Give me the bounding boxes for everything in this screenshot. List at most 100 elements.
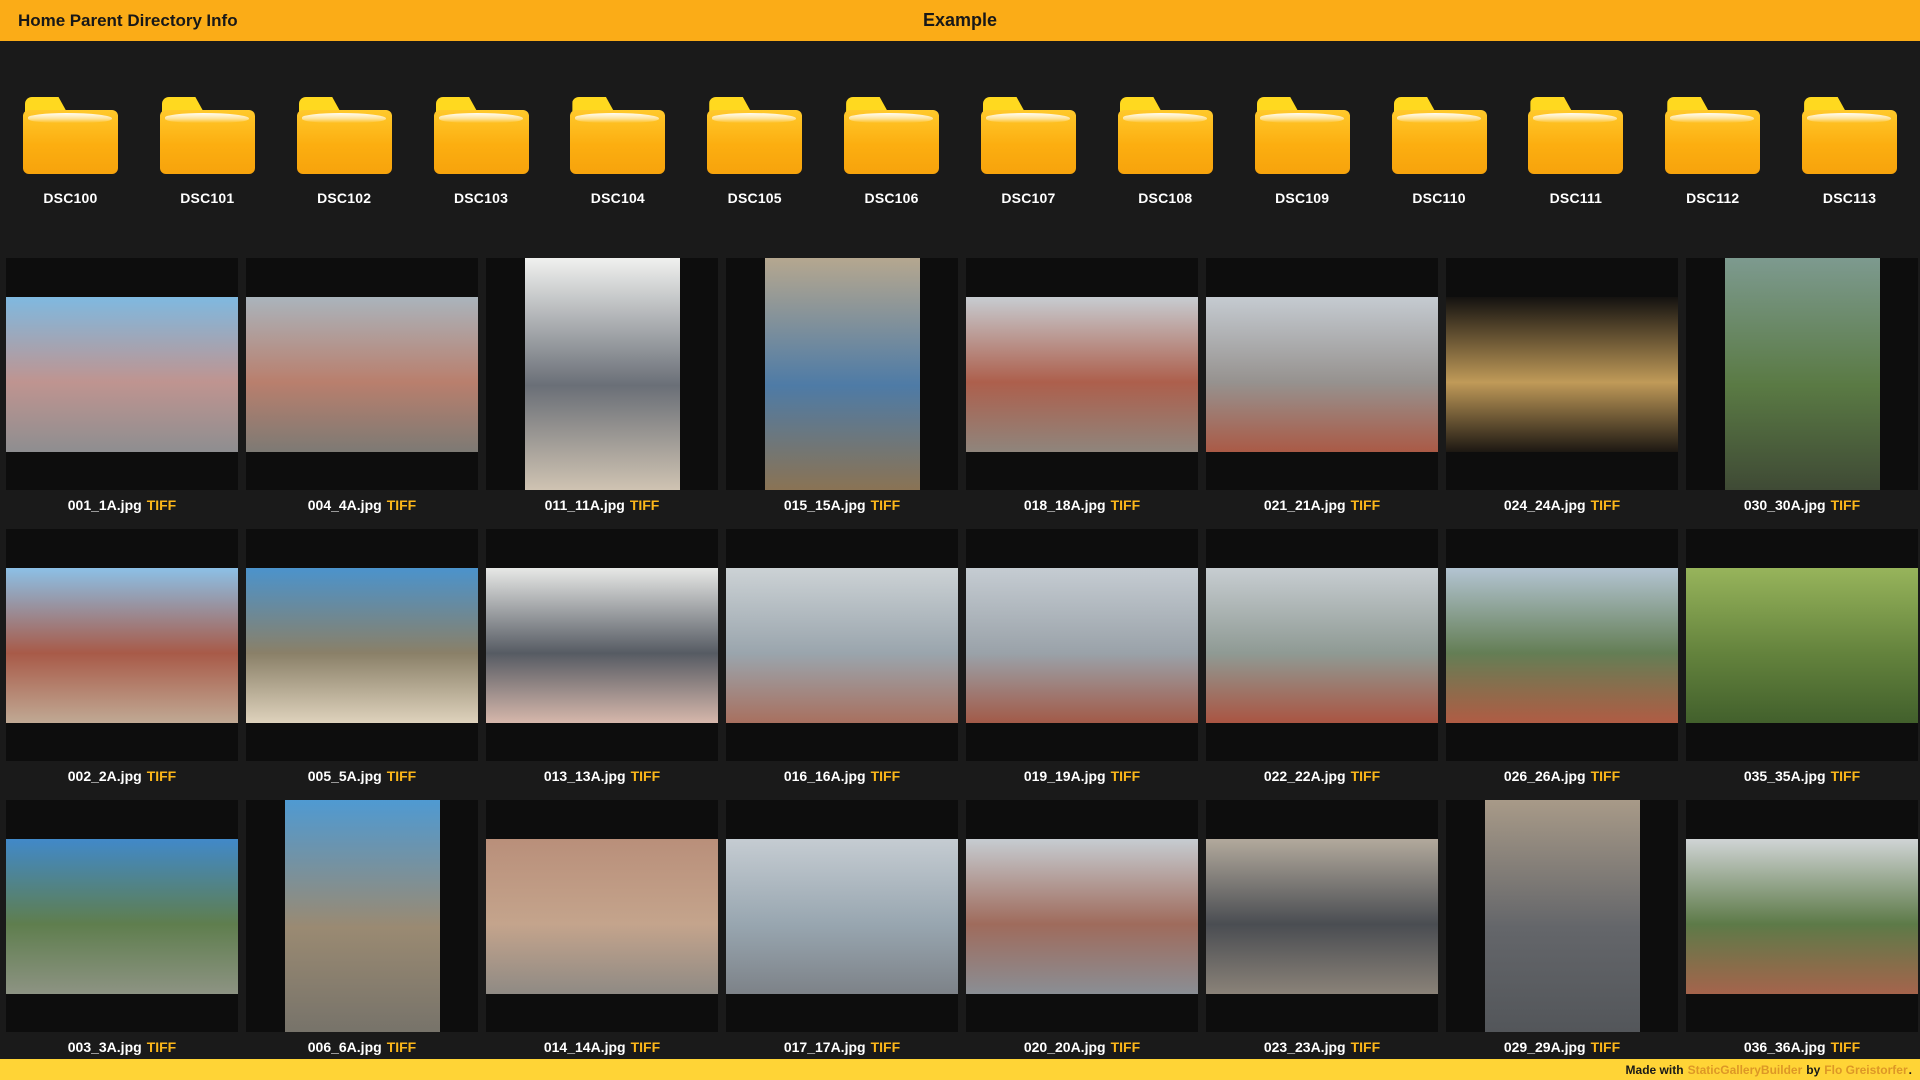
tiff-format-link[interactable]: TIFF	[1351, 768, 1381, 784]
photo-thumbnail[interactable]	[1206, 529, 1438, 761]
photo-image	[285, 800, 440, 1032]
tiff-format-link[interactable]: TIFF	[1111, 1039, 1141, 1055]
tiff-format-link[interactable]: TIFF	[871, 497, 901, 513]
photo-cell: 011_11A.jpg TIFF	[486, 258, 718, 529]
photo-thumbnail[interactable]	[6, 800, 238, 1032]
photo-filename-link[interactable]: 015_15A.jpg	[784, 497, 866, 513]
photo-filename-link[interactable]: 013_13A.jpg	[544, 768, 626, 784]
tiff-format-link[interactable]: TIFF	[631, 768, 661, 784]
photo-filename-link[interactable]: 020_20A.jpg	[1024, 1039, 1106, 1055]
photo-thumbnail[interactable]	[246, 529, 478, 761]
photo-thumbnail[interactable]	[1686, 800, 1918, 1032]
photo-label: 024_24A.jpg TIFF	[1446, 490, 1678, 529]
folder-item[interactable]: DSC109	[1234, 97, 1371, 206]
footer-builder-link[interactable]: StaticGalleryBuilder	[1688, 1063, 1803, 1077]
photo-filename-link[interactable]: 003_3A.jpg	[68, 1039, 142, 1055]
photo-thumbnail[interactable]	[966, 258, 1198, 490]
tiff-format-link[interactable]: TIFF	[1831, 497, 1861, 513]
folder-item[interactable]: DSC107	[960, 97, 1097, 206]
photo-thumbnail[interactable]	[486, 258, 718, 490]
photo-thumbnail[interactable]	[726, 800, 958, 1032]
folder-item[interactable]: DSC112	[1644, 97, 1781, 206]
photo-thumbnail[interactable]	[486, 800, 718, 1032]
photo-filename-link[interactable]: 006_6A.jpg	[308, 1039, 382, 1055]
photo-filename-link[interactable]: 004_4A.jpg	[308, 497, 382, 513]
folder-item[interactable]: DSC110	[1371, 97, 1508, 206]
photo-filename-link[interactable]: 001_1A.jpg	[68, 497, 142, 513]
folder-item[interactable]: DSC106	[823, 97, 960, 206]
photo-thumbnail[interactable]	[1686, 529, 1918, 761]
folder-item[interactable]: DSC102	[276, 97, 413, 206]
tiff-format-link[interactable]: TIFF	[1831, 1039, 1861, 1055]
folder-name: DSC113	[1823, 190, 1876, 206]
folder-item[interactable]: DSC100	[2, 97, 139, 206]
tiff-format-link[interactable]: TIFF	[1591, 497, 1621, 513]
photo-filename-link[interactable]: 005_5A.jpg	[308, 768, 382, 784]
photo-filename-link[interactable]: 030_30A.jpg	[1744, 497, 1826, 513]
photo-thumbnail[interactable]	[486, 529, 718, 761]
tiff-format-link[interactable]: TIFF	[147, 768, 177, 784]
photo-thumbnail[interactable]	[1206, 258, 1438, 490]
tiff-format-link[interactable]: TIFF	[147, 1039, 177, 1055]
photo-filename-link[interactable]: 011_11A.jpg	[545, 497, 625, 513]
tiff-format-link[interactable]: TIFF	[871, 1039, 901, 1055]
tiff-format-link[interactable]: TIFF	[630, 497, 660, 513]
photo-filename-link[interactable]: 002_2A.jpg	[68, 768, 142, 784]
folder-icon-body	[160, 110, 255, 174]
nav-link[interactable]: Parent Directory	[70, 11, 202, 30]
photo-filename-link[interactable]: 035_35A.jpg	[1744, 768, 1826, 784]
photo-filename-link[interactable]: 016_16A.jpg	[784, 768, 866, 784]
folder-item[interactable]: DSC111	[1507, 97, 1644, 206]
tiff-format-link[interactable]: TIFF	[387, 497, 417, 513]
tiff-format-link[interactable]: TIFF	[1591, 768, 1621, 784]
photo-filename-link[interactable]: 021_21A.jpg	[1264, 497, 1346, 513]
photo-thumbnail[interactable]	[246, 258, 478, 490]
photo-thumbnail[interactable]	[246, 800, 478, 1032]
photo-thumbnail[interactable]	[726, 258, 958, 490]
tiff-format-link[interactable]: TIFF	[631, 1039, 661, 1055]
folder-item[interactable]: DSC104	[549, 97, 686, 206]
photo-filename-link[interactable]: 017_17A.jpg	[784, 1039, 866, 1055]
tiff-format-link[interactable]: TIFF	[871, 768, 901, 784]
photo-filename-link[interactable]: 026_26A.jpg	[1504, 768, 1586, 784]
photo-thumbnail[interactable]	[1686, 258, 1918, 490]
folder-item[interactable]: DSC103	[413, 97, 550, 206]
tiff-format-link[interactable]: TIFF	[1351, 497, 1381, 513]
folder-item[interactable]: DSC101	[139, 97, 276, 206]
photo-filename-link[interactable]: 024_24A.jpg	[1504, 497, 1586, 513]
folder-icon	[434, 97, 529, 174]
photo-thumbnail[interactable]	[6, 258, 238, 490]
photo-filename-link[interactable]: 018_18A.jpg	[1024, 497, 1106, 513]
photo-thumbnail[interactable]	[1206, 800, 1438, 1032]
tiff-format-link[interactable]: TIFF	[387, 768, 417, 784]
nav-links: Home Parent Directory Info	[18, 11, 238, 31]
photo-image	[966, 839, 1198, 994]
nav-link[interactable]: Home	[18, 11, 65, 30]
photo-thumbnail[interactable]	[6, 529, 238, 761]
photo-filename-link[interactable]: 036_36A.jpg	[1744, 1039, 1826, 1055]
tiff-format-link[interactable]: TIFF	[1111, 768, 1141, 784]
tiff-format-link[interactable]: TIFF	[147, 497, 177, 513]
photo-filename-link[interactable]: 023_23A.jpg	[1264, 1039, 1346, 1055]
photo-filename-link[interactable]: 014_14A.jpg	[544, 1039, 626, 1055]
footer-author-link[interactable]: Flo Greistorfer	[1824, 1063, 1907, 1077]
photo-thumbnail[interactable]	[1446, 800, 1678, 1032]
photo-thumbnail[interactable]	[966, 800, 1198, 1032]
tiff-format-link[interactable]: TIFF	[1111, 497, 1141, 513]
folder-item[interactable]: DSC108	[1097, 97, 1234, 206]
tiff-format-link[interactable]: TIFF	[1591, 1039, 1621, 1055]
photo-filename-link[interactable]: 022_22A.jpg	[1264, 768, 1346, 784]
tiff-format-link[interactable]: TIFF	[1831, 768, 1861, 784]
folder-item[interactable]: DSC113	[1781, 97, 1918, 206]
folder-item[interactable]: DSC105	[686, 97, 823, 206]
nav-link[interactable]: Info	[206, 11, 237, 30]
tiff-format-link[interactable]: TIFF	[1351, 1039, 1381, 1055]
photo-thumbnail[interactable]	[1446, 258, 1678, 490]
tiff-format-link[interactable]: TIFF	[387, 1039, 417, 1055]
photo-filename-link[interactable]: 029_29A.jpg	[1504, 1039, 1586, 1055]
photo-thumbnail[interactable]	[966, 529, 1198, 761]
photo-thumbnail[interactable]	[1446, 529, 1678, 761]
photo-thumbnail[interactable]	[726, 529, 958, 761]
photo-filename-link[interactable]: 019_19A.jpg	[1024, 768, 1106, 784]
photo-image	[966, 568, 1198, 723]
